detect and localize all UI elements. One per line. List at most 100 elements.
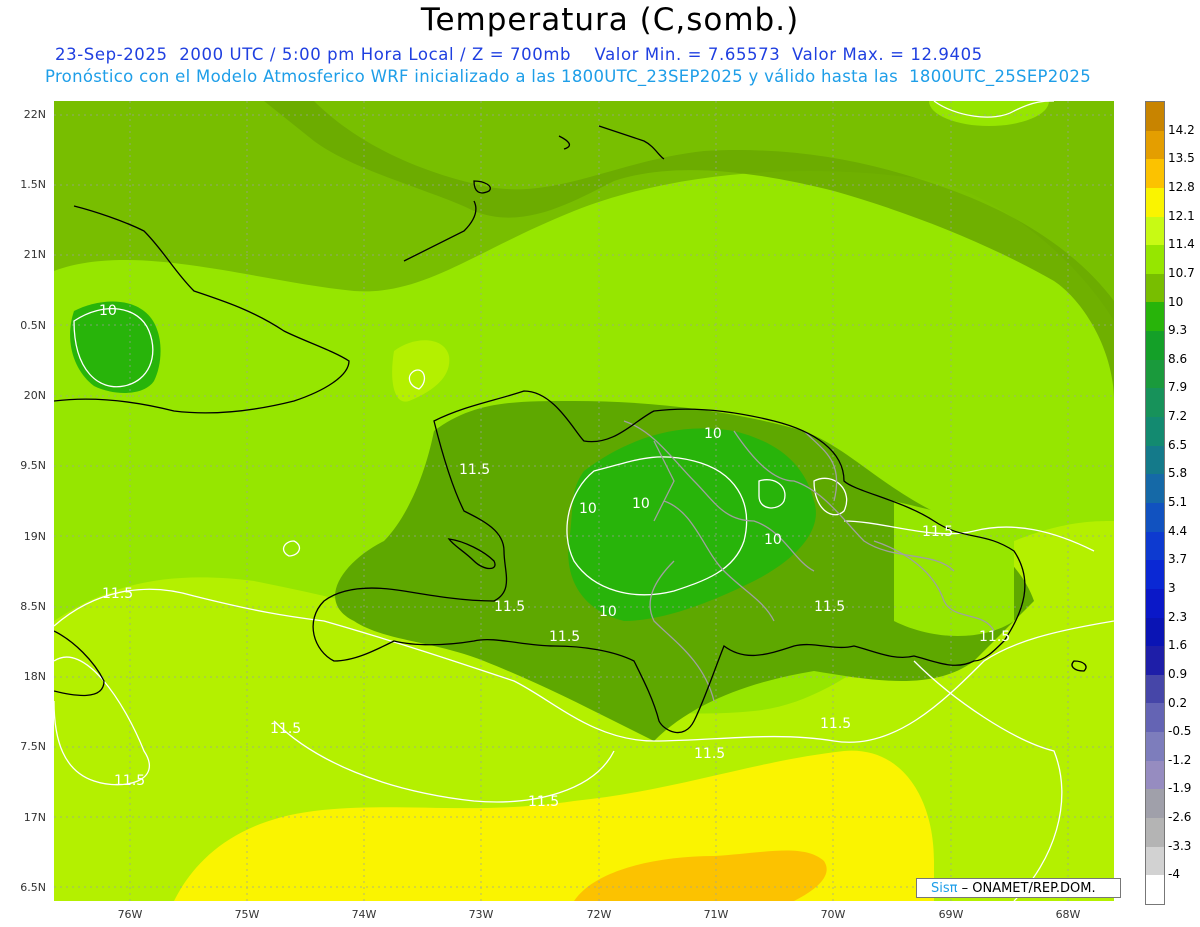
colorbar-label: -3.3 [1168,838,1192,853]
colorbar-label: -1.9 [1168,781,1192,796]
colorbar-label: -1.2 [1168,752,1192,767]
colorbar-label: 3 [1168,580,1176,595]
contour-label: 11.5 [820,716,851,732]
forecast-model-line: Pronóstico con el Modelo Atmosferico WRF… [45,67,1092,86]
colorbar [1145,101,1165,905]
lon-label: 75W [234,908,260,921]
lat-label: 19N [23,530,46,543]
colorbar-swatch [1146,875,1164,904]
contour-label: 11.5 [459,462,490,478]
credit-text: – ONAMET/REP.DOM. [957,881,1096,896]
colorbar-swatch [1146,502,1164,532]
contour-label: 10 [599,604,617,620]
colorbar-swatch [1146,245,1164,274]
lat-label: 20N [23,389,46,402]
colorbar-swatch [1146,102,1164,131]
colorbar-swatch [1146,159,1164,188]
colorbar-label: 13.5 [1168,151,1195,166]
colorbar-swatch [1146,216,1164,246]
contour-label: 11.5 [114,773,145,789]
contour-label: 11.5 [922,524,953,540]
contour-label: 11.5 [102,586,133,602]
colorbar-label: 1.6 [1168,638,1188,653]
colorbar-swatch [1146,187,1164,217]
contour-label: 11.5 [979,629,1010,645]
colorbar-label: 6.5 [1168,437,1188,452]
contour-label: 10 [704,426,722,442]
colorbar-label: 0.2 [1168,695,1188,710]
map-title: Temperatura (C,somb.) [420,2,800,38]
colorbar-label: 0.9 [1168,666,1188,681]
colorbar-swatch [1146,732,1164,761]
lat-label: 21N [23,248,46,261]
lon-label: 69W [938,908,964,921]
lon-label: 71W [703,908,729,921]
colorbar-swatch [1146,445,1164,475]
lat-label: 22N [23,108,46,121]
contour-label: 10 [764,532,782,548]
colorbar-swatch [1146,273,1164,303]
colorbar-swatch [1146,130,1164,160]
colorbar-swatch [1146,474,1164,503]
colorbar-swatch [1146,417,1164,446]
colorbar-label: 2.3 [1168,609,1188,624]
contour-label: 11.5 [814,599,845,615]
colorbar-swatch [1146,331,1164,360]
lat-label: 17N [23,811,46,824]
lat-label: 8.5N [20,600,46,613]
colorbar-swatch [1146,760,1164,790]
colorbar-swatch [1146,588,1164,618]
credit-badge: Sisπ – ONAMET/REP.DOM. [916,878,1121,898]
colorbar-label: 8.6 [1168,351,1188,366]
lon-label: 72W [586,908,612,921]
colorbar-label: -2.6 [1168,810,1192,825]
lon-label: 73W [468,908,494,921]
contour-label: 11.5 [494,599,525,615]
contour-label: 11.5 [549,629,580,645]
colorbar-label: 3.7 [1168,552,1188,567]
colorbar-swatch [1146,531,1164,561]
contour-label: 10 [99,303,117,319]
colorbar-swatch [1146,617,1164,647]
lat-label: 6.5N [20,881,46,894]
lat-label: 0.5N [20,319,46,332]
colorbar-label: 12.8 [1168,179,1195,194]
colorbar-label: 14.2 [1168,122,1195,137]
sis-logo-text: Sisπ [931,881,958,896]
colorbar-label: 11.4 [1168,237,1195,252]
lon-label: 68W [1055,908,1081,921]
lat-label: 1.5N [20,178,46,191]
lon-label: 70W [820,908,846,921]
colorbar-swatch [1146,703,1164,733]
colorbar-label: 10.7 [1168,265,1195,280]
colorbar-swatch [1146,388,1164,418]
contour-label: 11.5 [694,746,725,762]
colorbar-swatch [1146,674,1164,704]
colorbar-label: 9.3 [1168,323,1188,338]
contour-label: 11.5 [270,721,301,737]
colorbar-swatch [1146,359,1164,389]
contour-label: 11.5 [528,794,559,810]
lon-label: 74W [351,908,377,921]
colorbar-label: 7.2 [1168,409,1188,424]
colorbar-swatch [1146,846,1164,876]
colorbar-label: 7.9 [1168,380,1188,395]
lat-label: 18N [23,670,46,683]
contour-label: 10 [632,496,650,512]
forecast-time-line: 23-Sep-2025 2000 UTC / 5:00 pm Hora Loca… [55,45,983,64]
lat-label: 9.5N [20,459,46,472]
contour-label: 10 [579,501,597,517]
lat-label: 7.5N [20,740,46,753]
colorbar-label: 5.1 [1168,495,1188,509]
colorbar-label: 12.1 [1168,208,1195,223]
colorbar-label: -4 [1168,867,1180,882]
colorbar-label: 4.4 [1168,523,1188,538]
colorbar-swatch [1146,302,1164,332]
colorbar-label: 5.8 [1168,466,1188,481]
temperature-map: 10 10 10 10 10 10 11.5 11.5 11.5 11.5 11… [54,101,1114,901]
colorbar-label: -0.5 [1168,724,1192,739]
colorbar-swatch [1146,789,1164,819]
colorbar-swatch [1146,818,1164,847]
colorbar-swatch [1146,560,1164,589]
colorbar-label: 10 [1168,294,1184,309]
